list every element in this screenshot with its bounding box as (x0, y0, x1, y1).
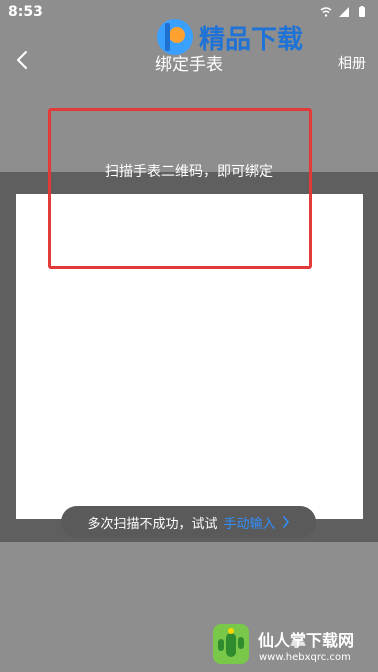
chevron-right-icon[interactable] (282, 516, 290, 528)
screen: 8:53 绑定手表 相册 扫描手表二维码，即可绑定 多次扫描不成功，试试 手动输… (0, 0, 378, 672)
bottom-watermark-title: 仙人掌下载网 (258, 631, 355, 650)
manual-entry-link[interactable]: 手动输入 (224, 513, 276, 532)
status-time: 8:53 (8, 4, 43, 20)
bottom-watermark-url: www.hebxqrc.com (259, 652, 351, 663)
top-watermark: 精品下载 (155, 12, 375, 62)
manual-entry-prompt-text: 多次扫描不成功，试试 (87, 516, 218, 532)
cactus-logo-icon (213, 624, 249, 664)
top-watermark-title: 精品下载 (199, 24, 304, 55)
manual-entry-prompt: 多次扫描不成功，试试 手动输入 (61, 506, 316, 538)
logo-icon (157, 19, 193, 55)
bottom-watermark: 仙人掌下载网 www.hebxqrc.com (212, 623, 372, 671)
highlight-box (48, 108, 312, 269)
